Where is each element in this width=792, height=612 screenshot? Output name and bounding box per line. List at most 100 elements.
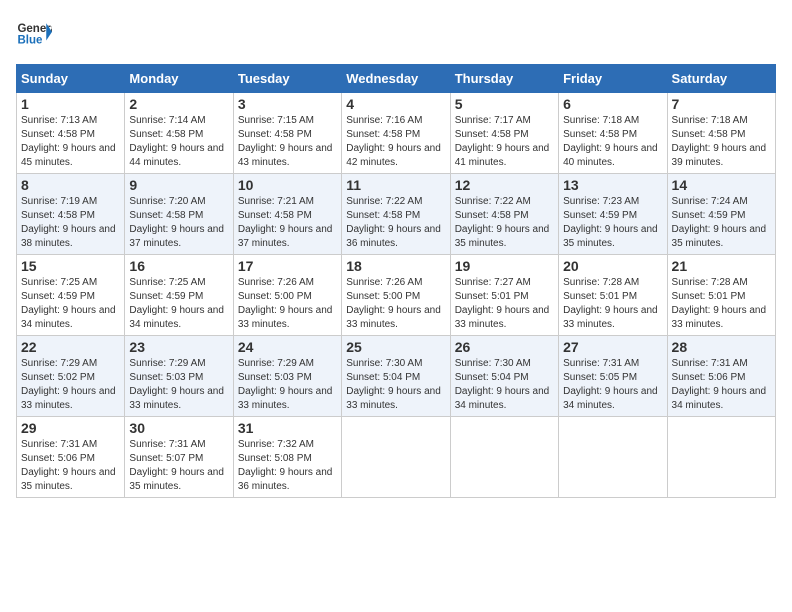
calendar-cell: 5 Sunrise: 7:17 AMSunset: 4:58 PMDayligh… bbox=[450, 93, 558, 174]
calendar-cell: 11 Sunrise: 7:22 AMSunset: 4:58 PMDaylig… bbox=[342, 174, 450, 255]
day-number: 29 bbox=[21, 420, 120, 436]
cell-info: Sunrise: 7:16 AMSunset: 4:58 PMDaylight:… bbox=[346, 115, 441, 168]
cell-info: Sunrise: 7:29 AMSunset: 5:02 PMDaylight:… bbox=[21, 358, 116, 411]
day-number: 25 bbox=[346, 339, 445, 355]
calendar-cell: 18 Sunrise: 7:26 AMSunset: 5:00 PMDaylig… bbox=[342, 255, 450, 336]
day-number: 30 bbox=[129, 420, 228, 436]
day-number: 4 bbox=[346, 96, 445, 112]
cell-info: Sunrise: 7:28 AMSunset: 5:01 PMDaylight:… bbox=[563, 277, 658, 330]
svg-text:Blue: Blue bbox=[17, 34, 43, 46]
day-number: 24 bbox=[238, 339, 337, 355]
day-number: 9 bbox=[129, 177, 228, 193]
cell-info: Sunrise: 7:30 AMSunset: 5:04 PMDaylight:… bbox=[346, 358, 441, 411]
day-number: 10 bbox=[238, 177, 337, 193]
day-number: 13 bbox=[563, 177, 662, 193]
calendar-cell: 23 Sunrise: 7:29 AMSunset: 5:03 PMDaylig… bbox=[125, 336, 233, 417]
calendar-cell bbox=[667, 417, 775, 498]
day-number: 20 bbox=[563, 258, 662, 274]
logo: General Blue bbox=[16, 16, 52, 52]
calendar-week-1: 1 Sunrise: 7:13 AMSunset: 4:58 PMDayligh… bbox=[17, 93, 776, 174]
cell-info: Sunrise: 7:30 AMSunset: 5:04 PMDaylight:… bbox=[455, 358, 550, 411]
header-friday: Friday bbox=[559, 65, 667, 93]
cell-info: Sunrise: 7:24 AMSunset: 4:59 PMDaylight:… bbox=[672, 196, 767, 249]
day-number: 18 bbox=[346, 258, 445, 274]
cell-info: Sunrise: 7:14 AMSunset: 4:58 PMDaylight:… bbox=[129, 115, 224, 168]
day-number: 17 bbox=[238, 258, 337, 274]
header-monday: Monday bbox=[125, 65, 233, 93]
calendar-cell: 24 Sunrise: 7:29 AMSunset: 5:03 PMDaylig… bbox=[233, 336, 341, 417]
cell-info: Sunrise: 7:21 AMSunset: 4:58 PMDaylight:… bbox=[238, 196, 333, 249]
day-number: 26 bbox=[455, 339, 554, 355]
day-number: 22 bbox=[21, 339, 120, 355]
calendar-cell: 31 Sunrise: 7:32 AMSunset: 5:08 PMDaylig… bbox=[233, 417, 341, 498]
cell-info: Sunrise: 7:28 AMSunset: 5:01 PMDaylight:… bbox=[672, 277, 767, 330]
calendar-cell bbox=[559, 417, 667, 498]
cell-info: Sunrise: 7:22 AMSunset: 4:58 PMDaylight:… bbox=[455, 196, 550, 249]
day-number: 11 bbox=[346, 177, 445, 193]
cell-info: Sunrise: 7:29 AMSunset: 5:03 PMDaylight:… bbox=[238, 358, 333, 411]
calendar-cell: 26 Sunrise: 7:30 AMSunset: 5:04 PMDaylig… bbox=[450, 336, 558, 417]
day-number: 8 bbox=[21, 177, 120, 193]
cell-info: Sunrise: 7:20 AMSunset: 4:58 PMDaylight:… bbox=[129, 196, 224, 249]
cell-info: Sunrise: 7:26 AMSunset: 5:00 PMDaylight:… bbox=[238, 277, 333, 330]
cell-info: Sunrise: 7:25 AMSunset: 4:59 PMDaylight:… bbox=[21, 277, 116, 330]
calendar-cell: 15 Sunrise: 7:25 AMSunset: 4:59 PMDaylig… bbox=[17, 255, 125, 336]
calendar-cell: 25 Sunrise: 7:30 AMSunset: 5:04 PMDaylig… bbox=[342, 336, 450, 417]
day-number: 2 bbox=[129, 96, 228, 112]
cell-info: Sunrise: 7:31 AMSunset: 5:06 PMDaylight:… bbox=[672, 358, 767, 411]
day-number: 15 bbox=[21, 258, 120, 274]
calendar-week-3: 15 Sunrise: 7:25 AMSunset: 4:59 PMDaylig… bbox=[17, 255, 776, 336]
calendar-cell: 7 Sunrise: 7:18 AMSunset: 4:58 PMDayligh… bbox=[667, 93, 775, 174]
day-number: 31 bbox=[238, 420, 337, 436]
calendar-cell: 14 Sunrise: 7:24 AMSunset: 4:59 PMDaylig… bbox=[667, 174, 775, 255]
header: General Blue bbox=[16, 16, 776, 52]
cell-info: Sunrise: 7:29 AMSunset: 5:03 PMDaylight:… bbox=[129, 358, 224, 411]
calendar-cell: 17 Sunrise: 7:26 AMSunset: 5:00 PMDaylig… bbox=[233, 255, 341, 336]
calendar-week-4: 22 Sunrise: 7:29 AMSunset: 5:02 PMDaylig… bbox=[17, 336, 776, 417]
cell-info: Sunrise: 7:26 AMSunset: 5:00 PMDaylight:… bbox=[346, 277, 441, 330]
calendar-week-2: 8 Sunrise: 7:19 AMSunset: 4:58 PMDayligh… bbox=[17, 174, 776, 255]
calendar-cell: 6 Sunrise: 7:18 AMSunset: 4:58 PMDayligh… bbox=[559, 93, 667, 174]
calendar-cell: 21 Sunrise: 7:28 AMSunset: 5:01 PMDaylig… bbox=[667, 255, 775, 336]
logo-icon: General Blue bbox=[16, 16, 52, 52]
calendar-cell bbox=[342, 417, 450, 498]
day-number: 12 bbox=[455, 177, 554, 193]
calendar-cell: 2 Sunrise: 7:14 AMSunset: 4:58 PMDayligh… bbox=[125, 93, 233, 174]
day-number: 28 bbox=[672, 339, 771, 355]
day-number: 7 bbox=[672, 96, 771, 112]
day-number: 27 bbox=[563, 339, 662, 355]
cell-info: Sunrise: 7:13 AMSunset: 4:58 PMDaylight:… bbox=[21, 115, 116, 168]
cell-info: Sunrise: 7:18 AMSunset: 4:58 PMDaylight:… bbox=[672, 115, 767, 168]
header-thursday: Thursday bbox=[450, 65, 558, 93]
calendar-cell: 1 Sunrise: 7:13 AMSunset: 4:58 PMDayligh… bbox=[17, 93, 125, 174]
cell-info: Sunrise: 7:18 AMSunset: 4:58 PMDaylight:… bbox=[563, 115, 658, 168]
calendar-cell: 27 Sunrise: 7:31 AMSunset: 5:05 PMDaylig… bbox=[559, 336, 667, 417]
calendar-cell: 16 Sunrise: 7:25 AMSunset: 4:59 PMDaylig… bbox=[125, 255, 233, 336]
calendar-cell: 10 Sunrise: 7:21 AMSunset: 4:58 PMDaylig… bbox=[233, 174, 341, 255]
cell-info: Sunrise: 7:19 AMSunset: 4:58 PMDaylight:… bbox=[21, 196, 116, 249]
calendar-cell bbox=[450, 417, 558, 498]
cell-info: Sunrise: 7:22 AMSunset: 4:58 PMDaylight:… bbox=[346, 196, 441, 249]
day-number: 5 bbox=[455, 96, 554, 112]
cell-info: Sunrise: 7:31 AMSunset: 5:07 PMDaylight:… bbox=[129, 439, 224, 492]
header-sunday: Sunday bbox=[17, 65, 125, 93]
header-saturday: Saturday bbox=[667, 65, 775, 93]
calendar-header-row: SundayMondayTuesdayWednesdayThursdayFrid… bbox=[17, 65, 776, 93]
calendar-cell: 20 Sunrise: 7:28 AMSunset: 5:01 PMDaylig… bbox=[559, 255, 667, 336]
header-wednesday: Wednesday bbox=[342, 65, 450, 93]
calendar-cell: 9 Sunrise: 7:20 AMSunset: 4:58 PMDayligh… bbox=[125, 174, 233, 255]
calendar-cell: 30 Sunrise: 7:31 AMSunset: 5:07 PMDaylig… bbox=[125, 417, 233, 498]
calendar-table: SundayMondayTuesdayWednesdayThursdayFrid… bbox=[16, 64, 776, 498]
cell-info: Sunrise: 7:17 AMSunset: 4:58 PMDaylight:… bbox=[455, 115, 550, 168]
day-number: 16 bbox=[129, 258, 228, 274]
day-number: 14 bbox=[672, 177, 771, 193]
header-tuesday: Tuesday bbox=[233, 65, 341, 93]
cell-info: Sunrise: 7:31 AMSunset: 5:05 PMDaylight:… bbox=[563, 358, 658, 411]
calendar-cell: 3 Sunrise: 7:15 AMSunset: 4:58 PMDayligh… bbox=[233, 93, 341, 174]
calendar-cell: 13 Sunrise: 7:23 AMSunset: 4:59 PMDaylig… bbox=[559, 174, 667, 255]
cell-info: Sunrise: 7:31 AMSunset: 5:06 PMDaylight:… bbox=[21, 439, 116, 492]
calendar-cell: 22 Sunrise: 7:29 AMSunset: 5:02 PMDaylig… bbox=[17, 336, 125, 417]
day-number: 3 bbox=[238, 96, 337, 112]
calendar-cell: 12 Sunrise: 7:22 AMSunset: 4:58 PMDaylig… bbox=[450, 174, 558, 255]
day-number: 23 bbox=[129, 339, 228, 355]
